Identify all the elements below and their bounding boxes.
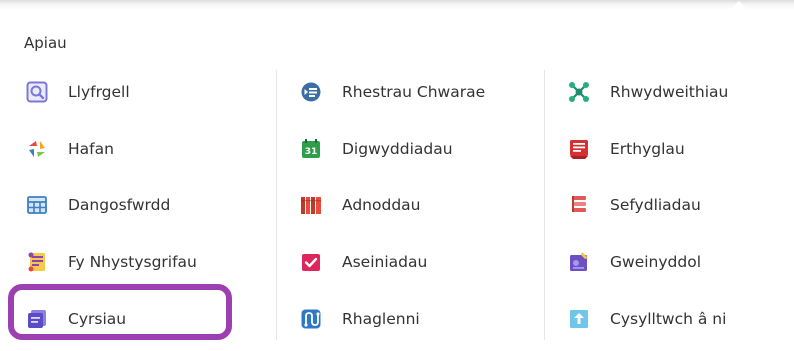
assignments-check-icon — [300, 251, 322, 273]
app-item-label: Dangosfwrdd — [68, 196, 171, 215]
app-item-label: Cysylltwch â ni — [610, 309, 727, 328]
resources-books-icon — [300, 194, 322, 216]
menu-top-edge — [0, 0, 794, 10]
app-item-label: Cyrsiau — [68, 309, 127, 328]
app-item-label: Gweinyddol — [610, 253, 701, 272]
app-item-label: Sefydliadau — [610, 196, 701, 215]
app-item-playlists[interactable]: Rhestrau Chwarae — [284, 64, 546, 121]
app-item-label: Llyfrgell — [68, 83, 130, 102]
app-item-library[interactable]: Llyfrgell — [10, 64, 272, 121]
app-item-label: Digwyddiadau — [342, 139, 453, 158]
networks-icon — [568, 81, 590, 103]
app-item-dashboard[interactable]: Dangosfwrdd — [10, 177, 272, 234]
app-item-label: Aseiniadau — [342, 253, 428, 272]
app-item-courses[interactable]: Cyrsiau — [10, 290, 272, 347]
courses-icon — [26, 308, 48, 330]
events-calendar-icon: 31 — [300, 138, 322, 160]
app-item-label: Fy Nhystysgrifau — [68, 253, 197, 272]
app-item-networks[interactable]: Rhwydweithiau — [552, 64, 794, 121]
app-item-organizations[interactable]: Sefydliadau — [552, 177, 794, 234]
app-item-label: Rhaglenni — [342, 309, 420, 328]
app-item-resources[interactable]: Adnoddau — [284, 177, 546, 234]
playlists-icon — [300, 81, 322, 103]
menu-caret — [729, 1, 749, 11]
app-item-label: Rhestrau Chwarae — [342, 83, 486, 102]
articles-icon — [568, 138, 590, 160]
app-item-events[interactable]: 31 Digwyddiadau — [284, 121, 546, 178]
apps-column-2: Rhestrau Chwarae 31 Digwyddiadau Adnodda… — [284, 64, 546, 347]
app-item-contact[interactable]: Cysylltwch â ni — [552, 290, 794, 347]
app-item-home[interactable]: Hafan — [10, 121, 272, 178]
certificates-icon — [26, 251, 48, 273]
organizations-icon — [568, 194, 590, 216]
programs-path-icon — [300, 308, 322, 330]
apps-column-3: Rhwydweithiau Erthyglau Sefydliadau Gwei… — [552, 64, 794, 347]
app-item-programs[interactable]: Rhaglenni — [284, 290, 546, 347]
app-item-certificates[interactable]: Fy Nhystysgrifau — [10, 234, 272, 291]
admin-icon — [568, 251, 590, 273]
events-calendar-day: 31 — [305, 147, 318, 157]
apps-column-1: Llyfrgell Hafan Dangosfwrdd Fy Nhystysgr… — [10, 64, 272, 347]
app-item-articles[interactable]: Erthyglau — [552, 121, 794, 178]
app-item-label: Adnoddau — [342, 196, 421, 215]
dashboard-grid-icon — [26, 194, 48, 216]
library-search-icon — [26, 81, 48, 103]
app-item-label: Rhwydweithiau — [610, 83, 729, 102]
home-pinwheel-icon — [26, 138, 48, 160]
app-item-assignments[interactable]: Aseiniadau — [284, 234, 546, 291]
column-divider — [276, 70, 277, 340]
app-item-admin[interactable]: Gweinyddol — [552, 234, 794, 291]
apps-menu-panel: Apiau Llyfrgell Hafan Dangosfwrdd Fy Nhy… — [0, 0, 794, 351]
app-item-label: Erthyglau — [610, 139, 685, 158]
section-title: Apiau — [24, 34, 67, 52]
app-item-label: Hafan — [68, 139, 114, 158]
contact-upload-icon — [568, 308, 590, 330]
